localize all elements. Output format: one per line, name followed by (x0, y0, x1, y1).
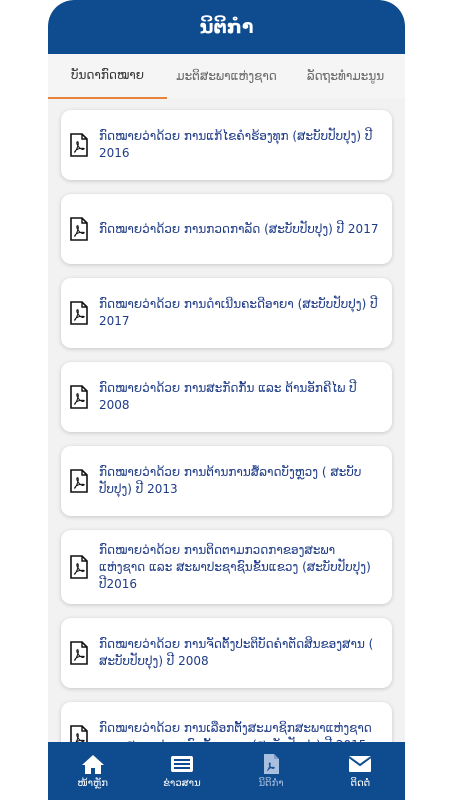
pdf-icon (70, 133, 88, 157)
document-title: ກົດໝາຍວ່າດ້ວຍ ການສະກັດກັ້ນ ແລະ ຕ້ານອັກຄີ… (99, 381, 357, 412)
document-card[interactable]: ກົດໝາຍວ່າດ້ວຍ ການຈັດຕັ້ງປະຕິບັດຄຳຕັດສິນຂ… (61, 618, 392, 688)
page-title: ນິຕິກຳ (199, 16, 254, 38)
app-header: ນິຕິກຳ (48, 0, 405, 54)
mail-icon (348, 756, 372, 772)
document-title: ກົດໝາຍວ່າດ້ວຍ ການກວດກາລັດ (ສະບັບປັບປຸງ) … (99, 221, 379, 236)
nav-home[interactable]: ໜ້າຫຼັກ (48, 742, 137, 800)
pdf-icon (70, 301, 88, 325)
tab-constitution[interactable]: ລັດຖະທຳມະນູນ (286, 54, 405, 98)
document-title: ກົດໝາຍວ່າດ້ວຍ ການແກ້ໄຂຄຳຮ້ອງທຸກ (ສະບັບປັ… (99, 129, 373, 160)
bottom-nav: ໜ້າຫຼັກ ຂ່າວສານ ນິຕິກຳ ຕິດຕໍ່ (48, 742, 405, 800)
pdf-icon (70, 217, 88, 241)
document-icon (264, 754, 280, 774)
document-card[interactable]: ກົດໝາຍວ່າດ້ວຍ ການກວດກາລັດ (ສະບັບປັບປຸງ) … (61, 194, 392, 264)
document-title: ກົດໝາຍວ່າດ້ວຍ ການດຳເນີນຄະດີອາຍາ (ສະບັບປັ… (99, 297, 378, 328)
nav-contact-label: ຕິດຕໍ່ (350, 778, 371, 789)
document-card[interactable]: ກົດໝາຍວ່າດ້ວຍ ການດຳເນີນຄະດີອາຍາ (ສະບັບປັ… (61, 278, 392, 348)
home-icon (81, 755, 104, 774)
nav-contact[interactable]: ຕິດຕໍ່ (316, 742, 405, 800)
tab-bar: ບັນດາກົດໝາຍ ມະຕິສະພາແຫ່ງຊາດ ລັດຖະທຳມະນູນ (48, 53, 405, 99)
document-list: ກົດໝາຍວ່າດ້ວຍ ການແກ້ໄຂຄຳຮ້ອງທຸກ (ສະບັບປັ… (48, 98, 405, 772)
nav-home-label: ໜ້າຫຼັກ (77, 778, 108, 789)
pdf-icon (70, 641, 88, 665)
tab-assembly-resolutions[interactable]: ມະຕິສະພາແຫ່ງຊາດ (167, 54, 286, 98)
document-title: ກົດໝາຍວ່າດ້ວຍ ການຈັດຕັ້ງປະຕິບັດຄຳຕັດສິນຂ… (99, 637, 374, 668)
nav-legislation-label: ນິຕິກຳ (258, 778, 284, 789)
document-card[interactable]: ກົດໝາຍວ່າດ້ວຍ ການສະກັດກັ້ນ ແລະ ຕ້ານອັກຄີ… (61, 362, 392, 432)
news-icon (170, 756, 193, 772)
document-card[interactable]: ກົດໝາຍວ່າດ້ວຍ ການຕ້ານການສໍ້ລາດບັງຫຼວງ ( … (61, 446, 392, 516)
nav-news-label: ຂ່າວສານ (163, 778, 201, 789)
tab-laws[interactable]: ບັນດາກົດໝາຍ (48, 53, 167, 99)
document-card[interactable]: ກົດໝາຍວ່າດ້ວຍ ການແກ້ໄຂຄຳຮ້ອງທຸກ (ສະບັບປັ… (61, 110, 392, 180)
document-card[interactable]: ກົດໝາຍວ່າດ້ວຍ ການຕິດຕາມກວດກາຂອງສະພາແຫ່ງຊ… (61, 530, 392, 604)
nav-legislation[interactable]: ນິຕິກຳ (227, 742, 316, 800)
document-title: ກົດໝາຍວ່າດ້ວຍ ການຕິດຕາມກວດກາຂອງສະພາແຫ່ງຊ… (99, 542, 371, 591)
document-title: ກົດໝາຍວ່າດ້ວຍ ການຕ້ານການສໍ້ລາດບັງຫຼວງ ( … (99, 465, 362, 496)
app-frame: ນິຕິກຳ ບັນດາກົດໝາຍ ມະຕິສະພາແຫ່ງຊາດ ລັດຖະ… (48, 0, 405, 800)
nav-news[interactable]: ຂ່າວສານ (137, 742, 226, 800)
pdf-icon (70, 385, 88, 409)
pdf-icon (70, 469, 88, 493)
pdf-icon (70, 555, 88, 579)
